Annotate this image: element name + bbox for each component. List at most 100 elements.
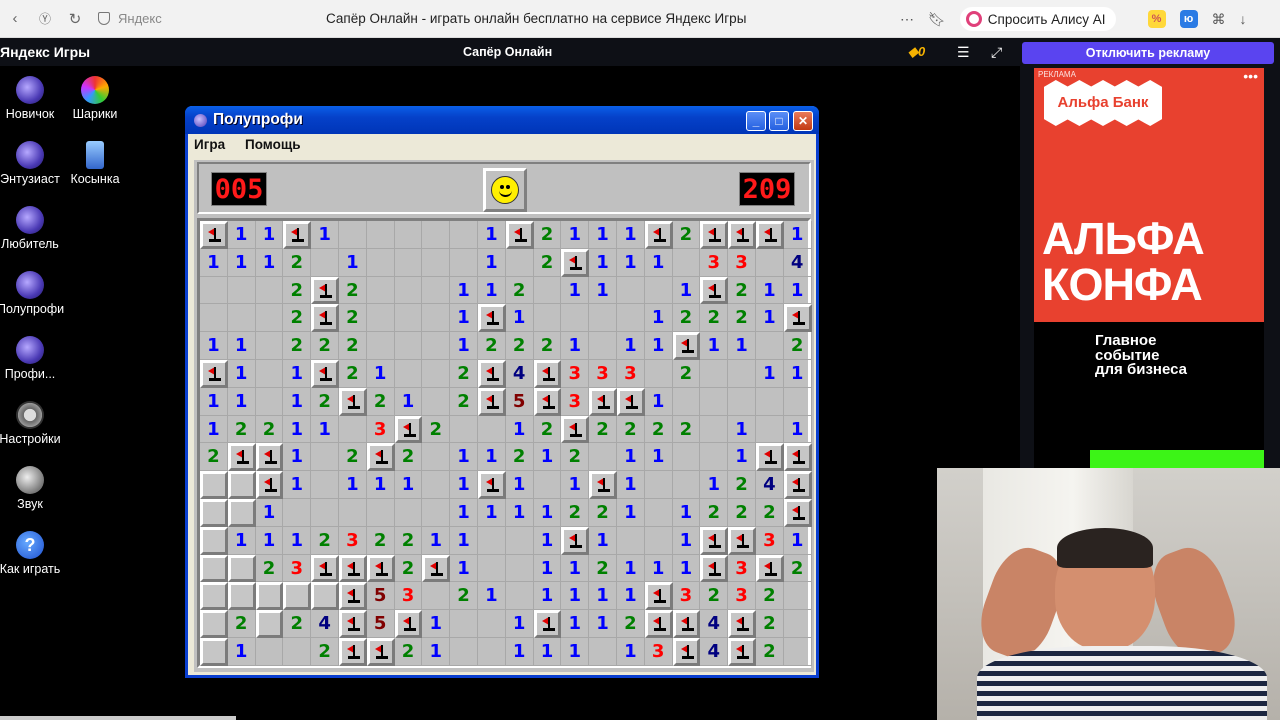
flag-cell[interactable]: [338, 554, 367, 583]
hidden-cell[interactable]: [227, 582, 256, 611]
flag-cell[interactable]: [589, 387, 617, 416]
empty-cell[interactable]: [311, 443, 339, 472]
number-cell[interactable]: 1: [533, 582, 562, 611]
number-cell[interactable]: 1: [311, 415, 339, 444]
number-cell[interactable]: 2: [755, 498, 784, 527]
empty-cell[interactable]: [255, 276, 284, 305]
flag-cell[interactable]: [477, 304, 506, 333]
flag-cell[interactable]: [561, 248, 590, 277]
number-cell[interactable]: 4: [311, 610, 339, 638]
number-cell[interactable]: 2: [283, 276, 312, 305]
empty-cell[interactable]: [394, 304, 423, 333]
flag-cell[interactable]: [561, 526, 590, 555]
flag-cell[interactable]: [394, 610, 423, 638]
number-cell[interactable]: 2: [672, 359, 701, 388]
number-cell[interactable]: 1: [477, 498, 506, 527]
number-cell[interactable]: 1: [589, 276, 617, 305]
empty-cell[interactable]: [422, 471, 451, 499]
flag-cell[interactable]: [338, 387, 367, 416]
number-cell[interactable]: 1: [783, 359, 812, 388]
flag-cell[interactable]: [700, 554, 729, 583]
number-cell[interactable]: 1: [561, 221, 590, 249]
number-cell[interactable]: 2: [394, 554, 423, 583]
number-cell[interactable]: 1: [755, 359, 784, 388]
number-cell[interactable]: 2: [311, 332, 339, 360]
empty-cell[interactable]: [366, 276, 395, 305]
number-cell[interactable]: 2: [589, 415, 617, 444]
empty-cell[interactable]: [450, 221, 478, 249]
number-cell[interactable]: 1: [616, 554, 645, 583]
number-cell[interactable]: 1: [283, 443, 312, 472]
empty-cell[interactable]: [505, 582, 534, 611]
number-cell[interactable]: 3: [644, 637, 673, 666]
number-cell[interactable]: 2: [533, 221, 562, 249]
collections-icon[interactable]: ⌘: [1212, 11, 1226, 28]
number-cell[interactable]: 2: [338, 332, 367, 360]
flag-cell[interactable]: [728, 610, 756, 638]
number-cell[interactable]: 1: [200, 415, 228, 444]
number-cell[interactable]: 2: [616, 415, 645, 444]
flag-cell[interactable]: [672, 637, 701, 666]
flag-cell[interactable]: [366, 554, 395, 583]
flag-cell[interactable]: [644, 221, 673, 249]
empty-cell[interactable]: [394, 359, 423, 388]
number-cell[interactable]: 3: [366, 415, 395, 444]
number-cell[interactable]: 2: [311, 637, 339, 666]
number-cell[interactable]: 2: [338, 304, 367, 333]
empty-cell[interactable]: [700, 359, 729, 388]
percent-extension-icon[interactable]: %: [1147, 10, 1166, 28]
flag-cell[interactable]: [311, 304, 339, 333]
empty-cell[interactable]: [366, 248, 395, 277]
number-cell[interactable]: 1: [227, 637, 256, 666]
number-cell[interactable]: 1: [616, 332, 645, 360]
bookmark-icon[interactable]: 🔖︎: [928, 11, 946, 28]
empty-cell[interactable]: [394, 498, 423, 527]
number-cell[interactable]: 2: [700, 582, 729, 611]
number-cell[interactable]: 3: [589, 359, 617, 388]
flag-cell[interactable]: [783, 471, 812, 499]
number-cell[interactable]: 2: [283, 304, 312, 333]
empty-cell[interactable]: [338, 498, 367, 527]
empty-cell[interactable]: [644, 471, 673, 499]
hidden-cell[interactable]: [200, 610, 228, 638]
empty-cell[interactable]: [422, 332, 451, 360]
flag-cell[interactable]: [338, 637, 367, 666]
empty-cell[interactable]: [783, 637, 812, 666]
empty-cell[interactable]: [755, 332, 784, 360]
number-cell[interactable]: 4: [783, 248, 812, 277]
number-cell[interactable]: 1: [616, 221, 645, 249]
empty-cell[interactable]: [311, 471, 339, 499]
empty-cell[interactable]: [533, 304, 562, 333]
number-cell[interactable]: 1: [644, 387, 673, 416]
flag-cell[interactable]: [255, 443, 284, 472]
number-cell[interactable]: 2: [728, 276, 756, 305]
number-cell[interactable]: 1: [616, 582, 645, 611]
number-cell[interactable]: 1: [561, 471, 590, 499]
number-cell[interactable]: 2: [283, 610, 312, 638]
number-cell[interactable]: 2: [283, 248, 312, 277]
number-cell[interactable]: 2: [783, 554, 812, 583]
number-cell[interactable]: 2: [505, 276, 534, 305]
hidden-cell[interactable]: [227, 554, 256, 583]
flag-cell[interactable]: [783, 443, 812, 472]
empty-cell[interactable]: [644, 359, 673, 388]
hidden-cell[interactable]: [200, 498, 228, 527]
number-cell[interactable]: 4: [505, 359, 534, 388]
number-cell[interactable]: 1: [505, 304, 534, 333]
empty-cell[interactable]: [505, 526, 534, 555]
flag-cell[interactable]: [561, 415, 590, 444]
number-cell[interactable]: 1: [616, 443, 645, 472]
desktop-icon-solitaire[interactable]: Косынка: [62, 141, 128, 186]
number-cell[interactable]: 1: [561, 610, 590, 638]
number-cell[interactable]: 1: [533, 526, 562, 555]
number-cell[interactable]: 2: [728, 304, 756, 333]
flag-cell[interactable]: [477, 359, 506, 388]
number-cell[interactable]: 1: [589, 248, 617, 277]
number-cell[interactable]: 1: [505, 415, 534, 444]
flag-cell[interactable]: [338, 610, 367, 638]
empty-cell[interactable]: [422, 248, 451, 277]
number-cell[interactable]: 1: [783, 526, 812, 555]
empty-cell[interactable]: [533, 276, 562, 305]
number-cell[interactable]: 3: [561, 387, 590, 416]
empty-cell[interactable]: [477, 637, 506, 666]
